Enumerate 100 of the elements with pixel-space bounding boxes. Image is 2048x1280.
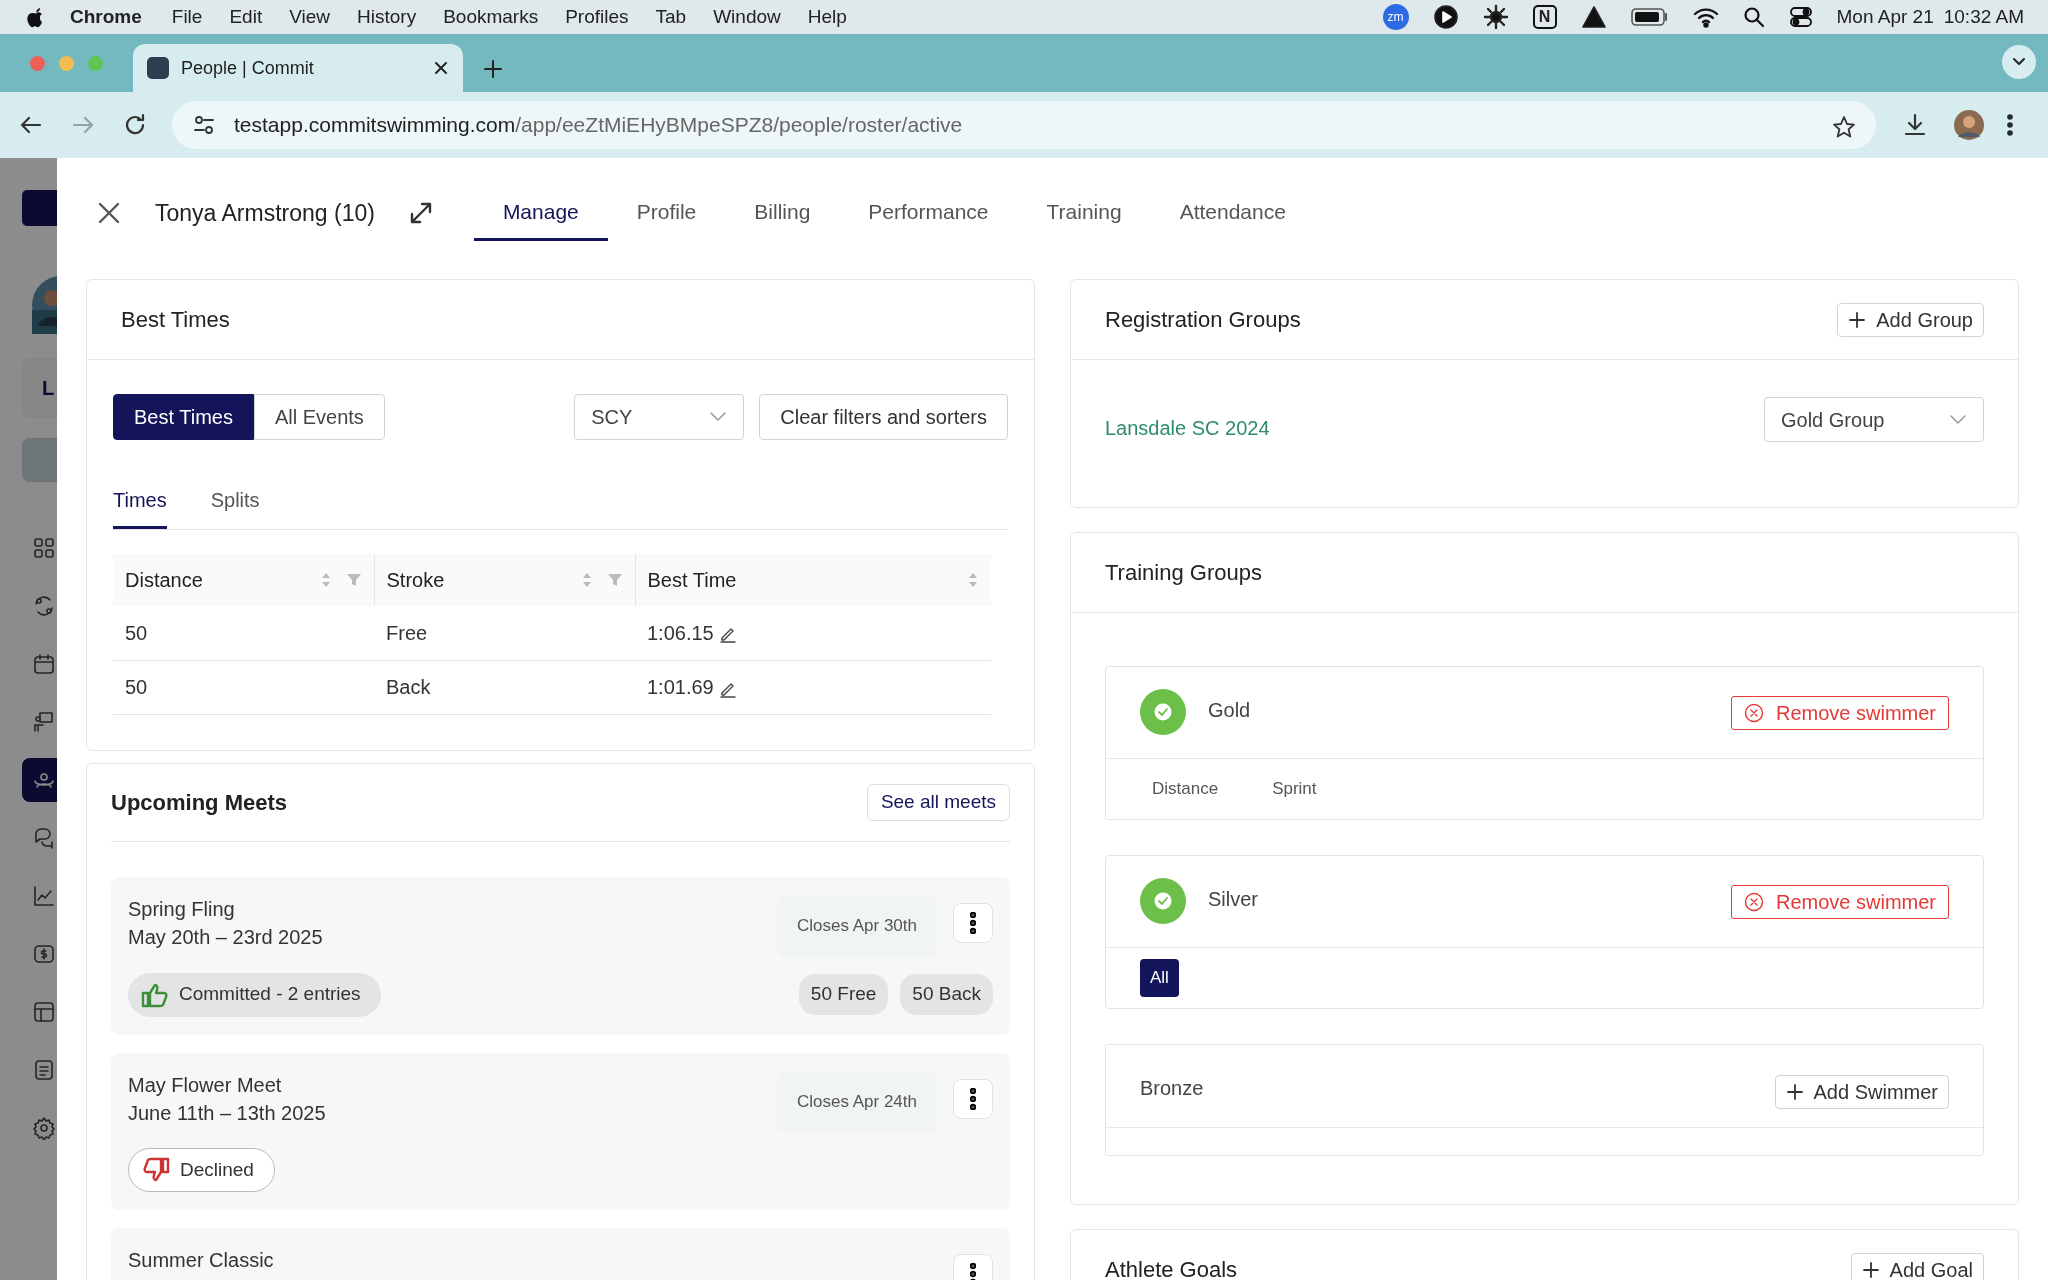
closing-date: Closes Apr 30th xyxy=(777,895,937,957)
menu-item[interactable]: History xyxy=(357,2,417,32)
new-tab-icon[interactable] xyxy=(483,58,503,79)
menu-item[interactable]: File xyxy=(171,2,203,32)
download-icon[interactable] xyxy=(1902,112,1928,138)
chat-icon xyxy=(32,826,56,850)
menu-item[interactable]: Help xyxy=(807,2,847,32)
more-button[interactable] xyxy=(953,1078,993,1119)
plus-icon xyxy=(1785,1083,1804,1101)
subgroup-tag[interactable]: All xyxy=(1140,959,1179,997)
control-center-icon[interactable] xyxy=(1788,6,1813,28)
sidebar-label: L xyxy=(22,358,57,418)
subgroup-tag[interactable]: Distance xyxy=(1140,776,1231,802)
menu-item[interactable]: Window xyxy=(713,2,781,32)
dollar-icon xyxy=(32,942,56,966)
expand-icon[interactable] xyxy=(408,201,433,226)
add-group-button[interactable]: Add Group xyxy=(1837,302,1984,337)
menu-item[interactable]: View xyxy=(289,2,330,32)
chevron-down-icon xyxy=(2012,57,2026,67)
chart-icon xyxy=(32,884,56,908)
card-title: Best Times xyxy=(121,306,230,334)
card-title: Upcoming Meets xyxy=(111,789,288,817)
see-all-meets-button[interactable]: See all meets xyxy=(866,784,1010,821)
notion-status-icon[interactable]: N xyxy=(1532,5,1557,29)
more-button[interactable] xyxy=(953,903,993,943)
status-label: Declined xyxy=(180,1157,254,1182)
triangle-icon[interactable] xyxy=(1580,5,1607,29)
group-name: Silver xyxy=(1208,887,1258,912)
remove-swimmer-button[interactable]: Remove swimmer xyxy=(1730,696,1949,730)
chevron-down-icon xyxy=(709,411,728,423)
more-icon[interactable] xyxy=(2006,112,2014,138)
close-icon[interactable] xyxy=(433,60,449,76)
tab[interactable]: Billing xyxy=(725,185,840,241)
card-title: Athlete Goals xyxy=(1105,1256,1238,1280)
close-icon[interactable] xyxy=(98,202,120,224)
search-icon[interactable] xyxy=(1742,6,1765,28)
tab-title: People | Commit xyxy=(181,56,315,80)
remove-swimmer-button[interactable]: Remove swimmer xyxy=(1730,885,1949,919)
meet-dates: June 11th – 13th 2025 xyxy=(128,1100,327,1126)
menu-item[interactable]: Tab xyxy=(655,2,687,32)
sidebar-item[interactable] xyxy=(22,758,57,802)
bookmark-star-icon[interactable] xyxy=(1832,114,1856,139)
add-goal-button[interactable]: Add Goal xyxy=(1850,1252,1984,1280)
closing-date: Closes Apr 24th xyxy=(777,1070,937,1132)
group-select[interactable]: Gold Group xyxy=(1764,397,1984,442)
favicon-icon xyxy=(147,57,169,79)
time-value: 1:06.15 xyxy=(647,621,714,644)
menu-item[interactable]: Profiles xyxy=(565,2,629,32)
wifi-icon[interactable] xyxy=(1692,6,1719,28)
zoom-status-icon[interactable]: zm xyxy=(1382,4,1409,30)
meet-dates: May 20th – 23rd 2025 xyxy=(128,925,324,950)
sun-icon[interactable] xyxy=(1482,4,1509,30)
menu-item[interactable]: Edit xyxy=(229,2,263,32)
toggle-button[interactable]: Best Times xyxy=(113,394,254,440)
chevron-down-icon xyxy=(1949,413,1967,426)
remove-icon xyxy=(1743,703,1764,723)
tab[interactable]: Times xyxy=(113,474,167,529)
tab[interactable]: Performance xyxy=(839,185,1018,241)
thumbs-down-icon xyxy=(142,1157,170,1183)
site-settings-icon[interactable] xyxy=(192,113,216,137)
group-link[interactable]: Lansdale SC 2024 xyxy=(1105,413,1270,443)
meet-name: Summer Classic xyxy=(128,1248,275,1273)
tab[interactable]: Profile xyxy=(607,185,726,241)
meet-name: May Flower Meet xyxy=(128,1072,283,1098)
event-chip: 50 Back xyxy=(900,974,993,1015)
browser-tab[interactable]: People | Commit xyxy=(133,44,463,92)
app-menu[interactable]: Chrome xyxy=(70,2,142,32)
tab[interactable]: Attendance xyxy=(1150,185,1315,241)
url-text: testapp.commitswimming.com/app/eeZtMiEHyBMpeSPZ8/people/roster/active xyxy=(234,112,963,139)
column-header: Distance xyxy=(125,568,203,593)
add-swimmer-button[interactable]: Add Swimmer xyxy=(1774,1075,1949,1109)
notes-icon xyxy=(32,1058,56,1082)
checkmark-icon xyxy=(1153,891,1173,911)
status-label: Committed - 2 entries xyxy=(179,982,361,1007)
tab[interactable]: Manage xyxy=(473,185,608,241)
play-icon[interactable] xyxy=(1432,4,1459,30)
calendar-icon xyxy=(32,652,56,676)
toggle-button[interactable]: All Events xyxy=(253,394,385,440)
course-select[interactable]: SCY xyxy=(574,394,745,440)
clear-filters-button[interactable]: Clear filters and sorters xyxy=(759,394,1008,440)
table-cell: 50 xyxy=(113,606,374,660)
table-cell: Back xyxy=(374,660,635,714)
more-icon xyxy=(970,1263,976,1280)
group-name: Bronze xyxy=(1140,1076,1204,1101)
tab-search-button[interactable] xyxy=(2002,45,2036,79)
settings-icon xyxy=(32,1116,56,1140)
presenter-icon xyxy=(32,710,56,734)
menu-item[interactable]: Bookmarks xyxy=(443,2,539,32)
tab[interactable]: Training xyxy=(1017,185,1151,241)
table-cell: Free xyxy=(374,606,635,660)
tab[interactable]: Splits xyxy=(210,474,260,529)
thumbs-up-icon xyxy=(141,981,169,1008)
address-bar[interactable]: testapp.commitswimming.com/app/eeZtMiEHyBMpeSPZ8/people/roster/active xyxy=(172,101,1876,149)
subgroup-tag[interactable]: Sprint xyxy=(1260,776,1329,802)
table-icon xyxy=(32,1000,56,1024)
battery-icon[interactable] xyxy=(1630,7,1669,27)
menu-bar-date: Mon Apr 21 xyxy=(1836,4,1934,29)
event-chip: 50 Free xyxy=(798,974,889,1015)
table-cell: 50 xyxy=(113,660,374,714)
swap-icon xyxy=(32,594,56,618)
